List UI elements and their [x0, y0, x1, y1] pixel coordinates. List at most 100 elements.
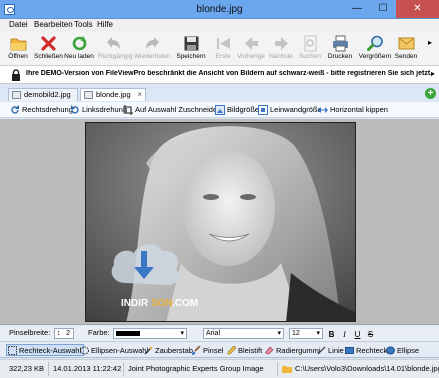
- menu-tools[interactable]: Tools: [74, 20, 93, 29]
- next-label: Nächste: [269, 53, 293, 60]
- add-tab-icon[interactable]: +: [425, 88, 436, 99]
- rotate-right-label: Rechtsdrehung: [22, 105, 73, 114]
- line-icon: [317, 346, 326, 355]
- font-size-select[interactable]: 12 ▾: [289, 328, 323, 339]
- next-button[interactable]: Nächste: [267, 32, 295, 66]
- demo-notice-bar: Ihre DEMO-Version von FileViewPro beschr…: [0, 66, 439, 84]
- tool-rectangle[interactable]: Rechteck: [344, 345, 387, 357]
- watermark-text-com: .COM: [172, 298, 198, 309]
- tool-label: Pinsel: [203, 346, 224, 355]
- previous-label: Vorherige: [237, 53, 265, 60]
- reload-button[interactable]: Neu laden: [64, 32, 94, 66]
- tab-blonde[interactable]: blonde.jpg ×: [80, 88, 146, 101]
- font-select[interactable]: Arial ▾: [203, 328, 284, 339]
- rectangle-icon: [345, 347, 354, 354]
- rect-select-icon: [8, 346, 17, 355]
- rotate-left-button[interactable]: Linksdrehung: [70, 105, 127, 114]
- minimize-button[interactable]: —: [344, 0, 370, 18]
- previous-icon: [244, 37, 258, 50]
- image-size-label: Bildgröße: [227, 105, 260, 114]
- folder-icon: [282, 366, 292, 373]
- rotate-left-label: Linksdrehung: [82, 105, 128, 114]
- menu-bearbeiten[interactable]: Bearbeiten: [34, 20, 73, 29]
- tool-line[interactable]: Linie: [316, 345, 344, 357]
- zoom-label: Vergrößern: [358, 53, 392, 60]
- tab-bar: demobild2.jpg blonde.jpg ×: [0, 86, 439, 102]
- tool-magic-wand[interactable]: Zauberstab: [143, 345, 193, 357]
- crop-button[interactable]: Auf Auswahl Zuschneiden: [123, 105, 222, 115]
- undo-label: Rückgängig: [98, 53, 133, 60]
- tool-pencil[interactable]: Bleistift: [226, 345, 262, 357]
- grayscale-portrait-image: INDIR SON .COM: [86, 123, 355, 321]
- canvas-size-button[interactable]: Leinwandgröße: [258, 105, 322, 115]
- tool-label: Ellipse: [397, 346, 420, 355]
- first-label: Erste: [215, 53, 231, 60]
- chevron-down-icon: ▾: [316, 330, 320, 337]
- brush-width-value: 2: [66, 330, 70, 337]
- tab-label: blonde.jpg: [96, 90, 131, 99]
- save-button[interactable]: Speichern: [175, 32, 207, 66]
- toolbar-overflow-icon[interactable]: ▸: [428, 38, 432, 47]
- main-toolbar: Öffnen Schließen Neu laden Rückgängig Wi…: [0, 32, 439, 66]
- font-size-value: 12: [292, 330, 300, 337]
- pencil-icon: [227, 346, 236, 355]
- close-file-button[interactable]: Schließen: [34, 32, 63, 66]
- menu-hilfe[interactable]: Hilfe: [97, 20, 113, 29]
- next-icon: [274, 37, 288, 50]
- tab-close-icon[interactable]: ×: [137, 89, 142, 101]
- color-picker[interactable]: ▾: [113, 328, 187, 339]
- tool-ellipse[interactable]: Ellipse: [385, 345, 419, 357]
- undo-button[interactable]: Rückgängig: [98, 32, 133, 66]
- demo-notice-text[interactable]: Ihre DEMO-Version von FileViewPro beschr…: [26, 70, 432, 77]
- bold-button[interactable]: B: [326, 328, 337, 339]
- title-bar: blonde.jpg — ☐ ✕: [0, 0, 439, 19]
- maximize-button[interactable]: ☐: [370, 0, 396, 18]
- italic-button[interactable]: I: [339, 328, 350, 339]
- eraser-icon: [265, 346, 274, 355]
- file-size: 322,23 KB: [9, 364, 45, 373]
- redo-button[interactable]: Wiederholen: [134, 32, 171, 66]
- tool-ellipse-select[interactable]: Ellipsen-Auswahl: [79, 345, 148, 357]
- flip-horizontal-icon: [318, 107, 328, 113]
- tab-demobild2[interactable]: demobild2.jpg: [8, 88, 78, 101]
- undo-icon: [106, 37, 120, 49]
- divider: [277, 362, 278, 376]
- brush-width-label: Pinselbreite:: [9, 328, 51, 337]
- search-label: Suchen: [298, 53, 322, 60]
- tool-rect-select[interactable]: Rechteck-Auswahl: [6, 344, 85, 356]
- underline-button[interactable]: U: [352, 328, 363, 339]
- open-button[interactable]: Öffnen: [4, 32, 32, 66]
- ellipse-select-icon: [80, 346, 89, 355]
- crop-label: Auf Auswahl Zuschneiden: [135, 105, 222, 114]
- image-preview: INDIR SON .COM: [85, 122, 356, 322]
- close-file-label: Schließen: [34, 53, 63, 60]
- rotate-left-icon: [71, 105, 79, 114]
- strikethrough-button[interactable]: S: [365, 328, 376, 339]
- print-button[interactable]: Drucken: [325, 32, 355, 66]
- canvas-size-label: Leinwandgröße: [270, 105, 322, 114]
- tool-eraser[interactable]: Radiergummi: [264, 345, 321, 357]
- search-button[interactable]: Suchen: [297, 32, 323, 66]
- brush-width-stepper[interactable]: ↕ 2: [54, 328, 74, 339]
- menu-datei[interactable]: Datei: [9, 20, 28, 29]
- chevron-down-icon: ▾: [180, 330, 184, 337]
- first-button[interactable]: Erste: [211, 32, 235, 66]
- zoom-icon: [366, 35, 383, 51]
- rotate-right-button[interactable]: Rechtsdrehung: [10, 105, 73, 114]
- scroll-right-icon[interactable]: ▸: [431, 69, 435, 78]
- crop-icon: [123, 105, 133, 115]
- send-button[interactable]: Senden: [393, 32, 419, 66]
- image-size-button[interactable]: Bildgröße: [215, 105, 260, 115]
- printer-icon: [332, 35, 348, 52]
- flip-horizontal-button[interactable]: Horizontal kippen: [318, 105, 388, 114]
- menu-bar: Datei Bearbeiten Tools Hilfe: [0, 19, 439, 32]
- tool-brush[interactable]: Pinsel: [191, 345, 223, 357]
- zoom-button[interactable]: Vergrößern: [358, 32, 392, 66]
- previous-button[interactable]: Vorherige: [236, 32, 266, 66]
- close-window-button[interactable]: ✕: [396, 0, 439, 18]
- save-icon: [184, 36, 198, 51]
- file-path[interactable]: C:\Users\Volo3\Downloads\14.01\blonde.jp…: [295, 364, 439, 373]
- save-label: Speichern: [176, 53, 206, 60]
- drawing-tools-bar: Rechteck-Auswahl Ellipsen-Auswahl Zauber…: [0, 341, 439, 358]
- tab-label: demobild2.jpg: [24, 90, 71, 99]
